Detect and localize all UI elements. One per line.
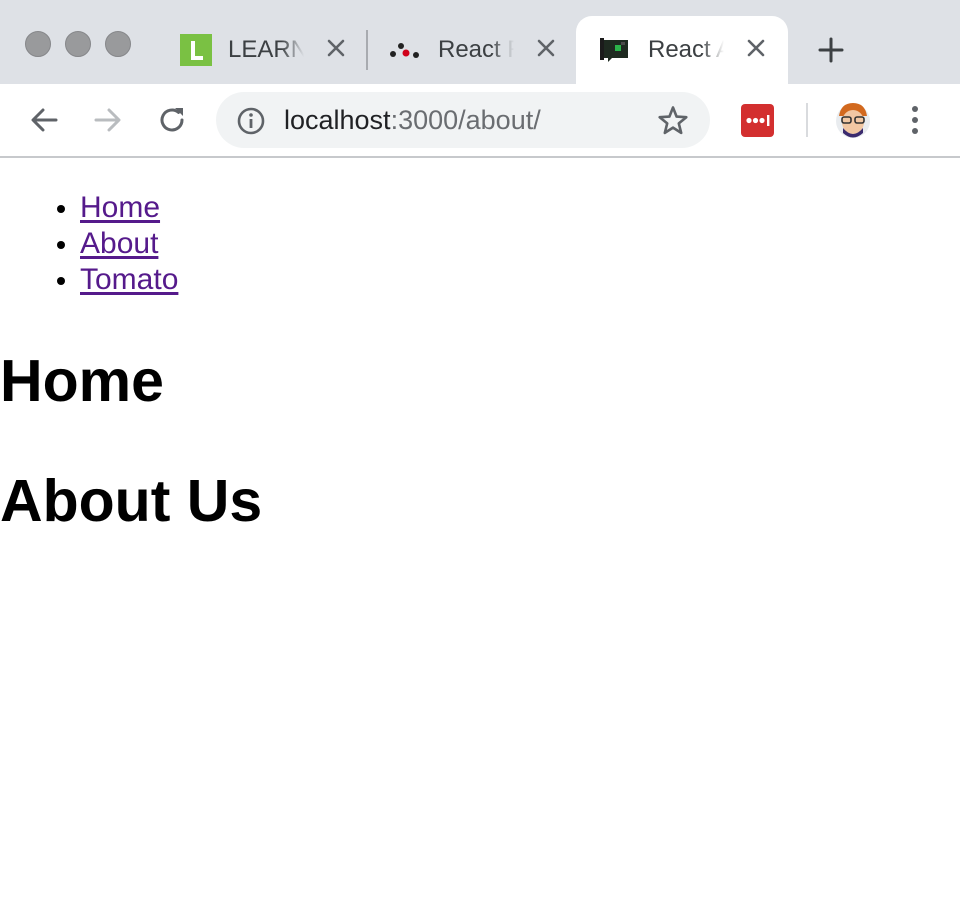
url-path: :3000/about/ bbox=[390, 105, 541, 135]
window-maximize-button[interactable] bbox=[105, 31, 131, 57]
tab-title: React R bbox=[438, 36, 514, 63]
bookmark-star-icon[interactable] bbox=[656, 104, 690, 138]
tab-title: LEARN bbox=[228, 36, 304, 63]
learn-favicon-icon bbox=[180, 34, 212, 66]
new-tab-button[interactable] bbox=[812, 33, 850, 67]
nav-link-home[interactable]: Home bbox=[80, 191, 160, 224]
profile-avatar-icon[interactable] bbox=[834, 100, 872, 140]
tab-title: React A bbox=[648, 36, 724, 63]
toolbar-divider bbox=[806, 103, 808, 137]
more-menu-button[interactable] bbox=[900, 100, 930, 140]
window-close-button[interactable] bbox=[25, 31, 51, 57]
close-icon[interactable] bbox=[322, 34, 350, 62]
address-bar[interactable]: localhost:3000/about/ bbox=[216, 92, 710, 148]
info-icon[interactable] bbox=[236, 106, 266, 136]
page-content: Home About Tomato Home About Us bbox=[0, 158, 960, 920]
browser-toolbar: localhost:3000/about/ bbox=[0, 84, 960, 158]
react-app-favicon-icon bbox=[598, 34, 630, 66]
nav-list: Home About Tomato bbox=[0, 190, 178, 298]
tab-react-app[interactable]: React A bbox=[576, 16, 788, 84]
url-text[interactable]: localhost:3000/about/ bbox=[284, 105, 541, 136]
close-icon[interactable] bbox=[532, 34, 560, 62]
kebab-menu-icon bbox=[912, 106, 918, 134]
back-button[interactable] bbox=[24, 100, 64, 140]
forward-button[interactable] bbox=[88, 100, 128, 140]
tab-learn[interactable]: LEARN bbox=[164, 16, 366, 84]
close-icon[interactable] bbox=[742, 34, 770, 62]
lastpass-icon[interactable] bbox=[741, 104, 774, 137]
nav-item: About bbox=[80, 226, 178, 262]
nav-link-tomato[interactable]: Tomato bbox=[80, 263, 178, 296]
tab-separator bbox=[366, 30, 368, 70]
tab-react-router[interactable]: React R bbox=[372, 16, 576, 84]
arrow-left-icon bbox=[31, 108, 58, 132]
react-router-favicon-icon bbox=[388, 34, 420, 66]
reload-icon bbox=[160, 108, 184, 132]
browser-window: LEARN React React A localhost:3000/about… bbox=[0, 0, 960, 920]
about-heading: About Us bbox=[0, 468, 263, 534]
reload-button[interactable] bbox=[152, 100, 192, 140]
window-minimize-button[interactable] bbox=[65, 31, 91, 57]
url-host: localhost bbox=[284, 105, 391, 135]
home-heading: Home bbox=[0, 348, 164, 414]
tab-strip: LEARN React React A bbox=[0, 0, 960, 84]
plus-icon bbox=[818, 37, 844, 63]
arrow-right-icon bbox=[94, 108, 121, 132]
nav-item: Tomato bbox=[80, 262, 178, 298]
nav-link-about[interactable]: About bbox=[80, 227, 158, 260]
nav-item: Home bbox=[80, 190, 178, 226]
